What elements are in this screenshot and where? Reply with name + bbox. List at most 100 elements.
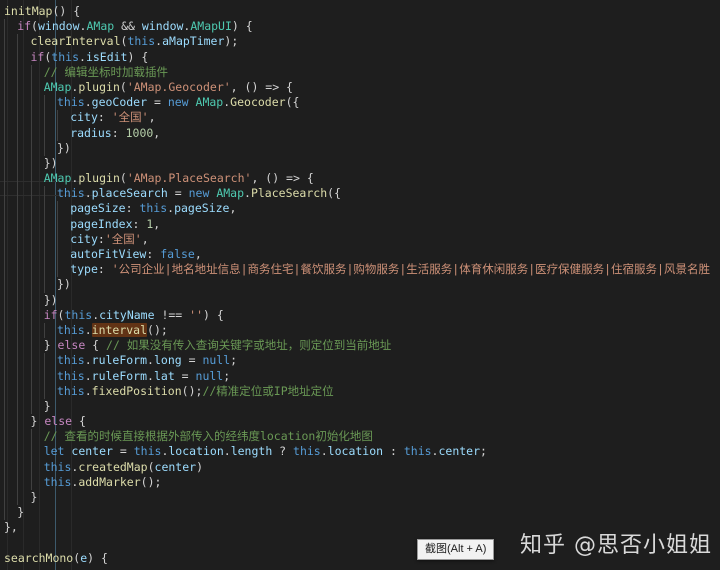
- indent-guide: [30, 307, 32, 323]
- code-line[interactable]: this.createdMap(center): [0, 459, 720, 475]
- code-line[interactable]: } else { // 如果没有传入查询关键字或地址，则定位到当前地址: [0, 338, 720, 354]
- code-line[interactable]: this.ruleForm.lat = null;: [0, 368, 720, 384]
- code-line[interactable]: }: [0, 490, 720, 506]
- screenshot-tooltip-label: 截图(Alt + A): [425, 543, 487, 555]
- code-line[interactable]: if(this.isEdit) {: [0, 49, 720, 65]
- indent-guide: [17, 338, 19, 354]
- indent-guide: [4, 231, 5, 247]
- indent-guide: [17, 277, 19, 293]
- indent-guide: [43, 231, 45, 247]
- indent-guide: [30, 459, 32, 475]
- indent-guide: [17, 414, 19, 430]
- indent-guide: [30, 186, 32, 202]
- indent-guide: [17, 155, 19, 172]
- indent-guide: [4, 186, 5, 202]
- code-line[interactable]: }: [0, 505, 720, 521]
- code-line[interactable]: this.fixedPosition();//精准定位或IP地址定位: [0, 383, 720, 399]
- indent-guide: [4, 216, 5, 232]
- indent-guide: [4, 353, 5, 369]
- indent-guide: [4, 322, 5, 339]
- indent-guide: [30, 368, 32, 384]
- indent-guide: [4, 262, 5, 278]
- code-line[interactable]: }: [0, 398, 720, 415]
- indent-guide: [43, 383, 45, 399]
- indent-guide: [30, 353, 32, 369]
- code-line[interactable]: this.interval();: [0, 322, 720, 339]
- code-line[interactable]: if(this.cityName !== '') {: [0, 307, 720, 323]
- indent-guide: [57, 201, 58, 217]
- indent-guide: [30, 444, 32, 460]
- indent-guide: [17, 444, 19, 460]
- indent-guide: [4, 429, 5, 445]
- code-line[interactable]: AMap.plugin('AMap.PlaceSearch', () => {: [0, 171, 720, 187]
- indent-guide: [4, 95, 5, 111]
- indent-guide: [30, 398, 32, 415]
- indent-guide: [17, 383, 19, 399]
- code-line[interactable]: clearInterval(this.aMapTimer);: [0, 34, 720, 50]
- indent-guide: [4, 110, 5, 126]
- indent-guide: [17, 247, 19, 263]
- indent-guide: [30, 125, 32, 141]
- indent-guide: [17, 216, 19, 232]
- indent-guide: [30, 247, 32, 263]
- indent-guide: [4, 383, 5, 399]
- indent-guide: [17, 474, 19, 490]
- code-line[interactable]: let center = this.location.length ? this…: [0, 444, 720, 460]
- indent-guide: [43, 186, 45, 202]
- code-line[interactable]: }): [0, 140, 720, 156]
- indent-guide: [4, 368, 5, 384]
- indent-guide: [17, 353, 19, 369]
- indent-guide: [30, 338, 32, 354]
- code-editor[interactable]: initMap() {if(window.AMap && window.AMap…: [0, 0, 720, 570]
- indent-guide: [43, 322, 45, 339]
- code-line[interactable]: } else {: [0, 414, 720, 430]
- indent-guide: [4, 125, 5, 141]
- indent-guide: [4, 201, 5, 217]
- indent-guide: [4, 34, 5, 50]
- indent-guide: [17, 110, 19, 126]
- code-line-bracket-match[interactable]: }): [0, 277, 720, 293]
- indent-guide: [4, 79, 5, 96]
- code-line[interactable]: initMap() {: [0, 4, 720, 19]
- code-line[interactable]: radius: 1000,: [0, 125, 720, 141]
- code-surface[interactable]: initMap() {if(window.AMap && window.AMap…: [0, 0, 720, 566]
- indent-guide: [4, 247, 5, 263]
- indent-guide: [43, 201, 45, 217]
- code-line[interactable]: city: '全国',: [0, 110, 720, 126]
- indent-guide: [43, 353, 45, 369]
- code-line[interactable]: if(window.AMap && window.AMapUI) {: [0, 19, 720, 35]
- indent-guide: [4, 459, 5, 475]
- indent-guide: [43, 262, 45, 278]
- indent-guide: [4, 140, 5, 156]
- indent-guide: [57, 216, 58, 232]
- indent-guide: [17, 95, 19, 111]
- code-line[interactable]: // 编辑坐标时加载插件: [0, 64, 720, 80]
- code-line[interactable]: pageIndex: 1,: [0, 216, 720, 232]
- code-line[interactable]: // 查看的时候直接根据外部传入的经纬度location初始化地图: [0, 429, 720, 445]
- code-line[interactable]: city:'全国',: [0, 231, 720, 247]
- code-line[interactable]: this.addMarker();: [0, 474, 720, 490]
- indent-guide: [43, 140, 45, 156]
- indent-guide: [30, 201, 32, 217]
- indent-guide: [4, 444, 5, 460]
- code-line[interactable]: this.ruleForm.long = null;: [0, 353, 720, 369]
- indent-guide: [30, 140, 32, 156]
- indent-guide: [43, 216, 45, 232]
- code-line-bracket-match[interactable]: this.placeSearch = new AMap.PlaceSearch(…: [0, 186, 720, 202]
- code-line[interactable]: AMap.plugin('AMap.Geocoder', () => {: [0, 79, 720, 96]
- indent-guide: [4, 171, 5, 187]
- code-line[interactable]: pageSize: this.pageSize,: [0, 201, 720, 217]
- code-line[interactable]: type: '公司企业|地名地址信息|商务住宅|餐饮服务|购物服务|生活服务|体…: [0, 262, 720, 278]
- code-line[interactable]: }): [0, 155, 720, 172]
- indent-guide: [30, 79, 32, 96]
- indent-guide: [30, 474, 32, 490]
- code-line[interactable]: }): [0, 292, 720, 308]
- code-line[interactable]: autoFitView: false,: [0, 247, 720, 263]
- indent-guide: [4, 49, 5, 65]
- indent-guide: [17, 459, 19, 475]
- indent-guide: [30, 171, 32, 187]
- indent-guide: [57, 110, 58, 126]
- indent-guide: [4, 307, 5, 323]
- code-line[interactable]: this.geoCoder = new AMap.Geocoder({: [0, 95, 720, 111]
- indent-guide: [43, 277, 45, 293]
